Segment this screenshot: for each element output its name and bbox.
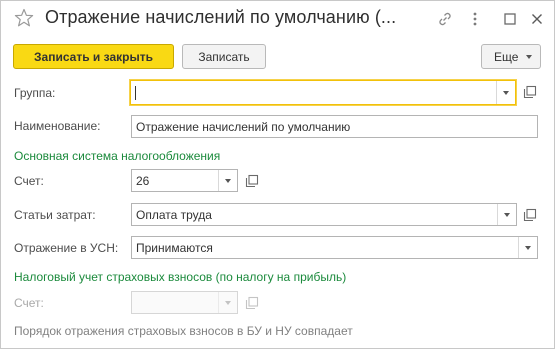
cost-items-label: Статьи затрат:: [14, 208, 96, 222]
cost-items-value: Оплата труда: [136, 207, 212, 222]
usn-dropdown-button[interactable]: [518, 237, 537, 258]
insurance-account-label: Счет:: [14, 296, 44, 310]
insurance-account-dropdown-button: [218, 292, 237, 313]
group-input[interactable]: [130, 80, 516, 105]
open-icon[interactable]: [522, 207, 538, 223]
save-and-close-button[interactable]: Записать и закрыть: [13, 44, 174, 69]
group-label: Группа:: [14, 86, 56, 100]
cost-items-input[interactable]: Оплата труда: [131, 203, 517, 226]
open-icon[interactable]: [522, 84, 538, 100]
title-bar: Отражение начислений по умолчанию (...: [1, 1, 554, 37]
usn-label: Отражение в УСН:: [14, 241, 119, 255]
account-value: 26: [136, 173, 150, 188]
chevron-down-icon: [503, 90, 509, 95]
open-icon: [245, 296, 259, 310]
chevron-down-icon: [504, 212, 510, 217]
account-label: Счет:: [14, 174, 44, 188]
save-button[interactable]: Записать: [182, 44, 266, 69]
chevron-down-icon: [525, 245, 531, 250]
usn-value: Принимаются: [136, 240, 213, 255]
chevron-down-icon: [526, 55, 532, 59]
kebab-icon[interactable]: [467, 11, 483, 27]
name-input[interactable]: Отражение начислений по умолчанию: [131, 115, 538, 138]
usn-select[interactable]: Принимаются: [131, 236, 538, 259]
form-window: Отражение начислений по умолчанию (... З…: [0, 0, 555, 349]
chevron-down-icon: [225, 178, 231, 183]
maximize-icon[interactable]: [502, 11, 518, 27]
open-icon[interactable]: [244, 173, 260, 189]
link-icon[interactable]: [437, 11, 453, 27]
cost-items-dropdown-button[interactable]: [497, 204, 516, 225]
insurance-section-heading: Налоговый учет страховых взносов (по нал…: [14, 270, 347, 284]
group-dropdown-button[interactable]: [496, 81, 515, 104]
text-cursor: [135, 85, 136, 100]
name-value: Отражение начислений по умолчанию: [136, 119, 351, 134]
window-title: Отражение начислений по умолчанию (...: [45, 7, 397, 27]
insurance-account-input: [131, 291, 238, 314]
account-input[interactable]: 26: [131, 169, 238, 192]
account-dropdown-button[interactable]: [218, 170, 237, 191]
main-tax-section-heading: Основная система налогообложения: [14, 149, 221, 163]
insurance-note: Порядок отражения страховых взносов в БУ…: [14, 324, 353, 338]
more-button-label: Еще: [494, 49, 519, 64]
name-label: Наименование:: [14, 119, 101, 133]
close-icon[interactable]: [529, 11, 545, 27]
more-button[interactable]: Еще: [481, 44, 541, 69]
star-icon[interactable]: [14, 8, 34, 28]
chevron-down-icon: [225, 300, 231, 305]
